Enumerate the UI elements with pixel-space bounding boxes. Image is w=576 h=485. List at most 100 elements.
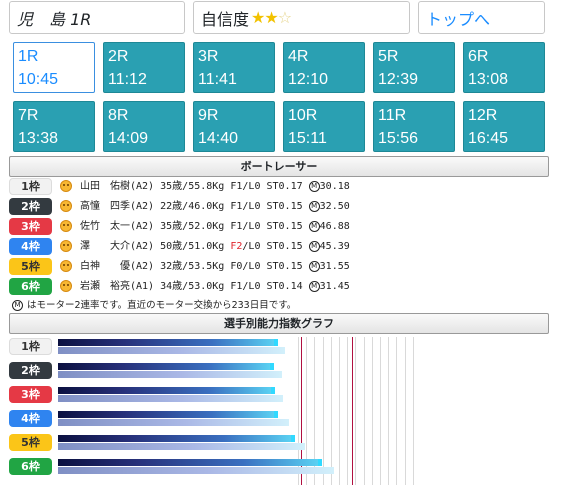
graph-section-title: 選手別能力指数グラフ (224, 317, 334, 330)
racer-motor: 30.18 (319, 181, 350, 192)
racer-age: 50歳 (160, 241, 183, 252)
racer-flying: F1 (230, 281, 243, 292)
graph-section-header: 選手別能力指数グラフ (9, 313, 549, 334)
graph-waku-label: 6枠 (9, 458, 52, 475)
grid-line (371, 337, 373, 485)
race-number: 4R (288, 48, 309, 65)
racer-late: /L0 (242, 241, 261, 252)
racer-name: 澤 大介 (80, 241, 130, 252)
racer-late: /L0 (242, 201, 261, 212)
race-number: 5R (378, 48, 399, 65)
race-number: 3R (198, 48, 219, 65)
motor-symbol-icon: M (12, 300, 23, 311)
racer-weight: 53.0Kg (188, 281, 225, 292)
venue-title: 児 島 1R (9, 1, 185, 34)
race-number: 9R (198, 107, 219, 124)
ability-bar-primary (58, 387, 276, 394)
racer-weight: 46.0Kg (188, 201, 225, 212)
race-time: 14:40 (198, 130, 239, 147)
racer-weight: 51.0Kg (188, 241, 225, 252)
grid-line (404, 337, 406, 485)
race-number: 8R (108, 107, 129, 124)
motor-icon: M (308, 241, 320, 252)
race-button-2[interactable]: 2R 11:12 (103, 42, 185, 93)
racer-weight: 53.5Kg (188, 261, 225, 272)
race-button-12[interactable]: 12R 16:45 (463, 101, 545, 152)
ability-bar-secondary (58, 419, 289, 426)
racer-face-icon (60, 180, 72, 192)
race-time: 14:09 (108, 130, 149, 147)
racer-late: /L0 (242, 181, 261, 192)
race-button-6[interactable]: 6R 13:08 (463, 42, 545, 93)
racer-st: ST0.15 (266, 221, 303, 232)
grid-line (330, 337, 332, 485)
racer-name: 山田 佑樹 (80, 181, 130, 192)
waku-badge: 3枠 (9, 218, 52, 235)
confidence-stars: ★★☆ (251, 8, 292, 27)
grid-line (322, 337, 324, 485)
racer-st: ST0.17 (266, 181, 303, 192)
ability-bar-primary (58, 411, 278, 418)
ability-bar-secondary (58, 395, 283, 402)
motor-icon: M (308, 281, 320, 292)
race-time: 15:11 (288, 130, 327, 147)
reference-marker (352, 337, 353, 485)
waku-badge: 1枠 (9, 178, 52, 195)
racer-weight: 52.0Kg (188, 221, 225, 232)
ability-bar-primary (58, 363, 275, 370)
grid-line (339, 337, 340, 485)
motor-icon: M (308, 201, 320, 212)
star-on-icon: ★★ (251, 8, 279, 27)
top-link-label: トップへ (426, 9, 491, 29)
racer-class: (A2) (130, 241, 155, 252)
race-button-8[interactable]: 8R 14:09 (103, 101, 185, 152)
race-number: 1R (18, 48, 39, 65)
grid-line (412, 337, 414, 485)
racer-age: 34歳 (160, 281, 183, 292)
race-time: 13:08 (468, 71, 509, 88)
race-button-1[interactable]: 1R 10:45 (13, 42, 95, 93)
ability-bar-secondary (58, 347, 286, 354)
race-button-4[interactable]: 4R 12:10 (283, 42, 365, 93)
racer-row: 山田 佑樹(A2) 35歳/55.8Kg F1/L0 ST0.17 M 30.18 (80, 181, 350, 192)
racer-row: 澤 大介(A2) 50歳/51.0Kg F2/L0 ST0.15 M 45.39 (80, 241, 350, 252)
racer-row: 高憧 四季(A2) 22歳/46.0Kg F1/L0 ST0.15 M 32.50 (80, 201, 350, 212)
race-time: 11:41 (198, 71, 237, 88)
racer-late: /L0 (242, 281, 261, 292)
race-button-5[interactable]: 5R 12:39 (373, 42, 455, 93)
racer-class: (A2) (130, 181, 155, 192)
race-button-3[interactable]: 3R 11:41 (193, 42, 275, 93)
race-time: 10:45 (18, 71, 59, 88)
racer-class: (A2) (130, 221, 155, 232)
graph-waku-label: 3枠 (9, 386, 52, 403)
racer-late: /L0 (242, 261, 261, 272)
race-number: 12R (468, 107, 498, 124)
race-button-10[interactable]: 10R 15:11 (283, 101, 365, 152)
racer-face-icon (60, 200, 72, 212)
race-button-11[interactable]: 11R 15:56 (373, 101, 455, 152)
racer-section-header: ボートレーサー (9, 156, 549, 177)
racer-motor: 31.55 (319, 261, 350, 272)
racer-name: 高憧 四季 (80, 201, 130, 212)
motor-icon: M (308, 181, 320, 192)
grid-line (363, 337, 365, 485)
racer-class: (A2) (130, 201, 155, 212)
ability-bar-secondary (58, 443, 305, 450)
grid-line (347, 337, 349, 485)
race-button-9[interactable]: 9R 14:40 (193, 101, 275, 152)
top-link[interactable]: トップへ (418, 1, 545, 34)
racer-flying: F2 (230, 241, 243, 252)
graph-waku-label: 5枠 (9, 434, 52, 451)
race-button-7[interactable]: 7R 13:38 (13, 101, 95, 152)
racer-motor: 45.39 (319, 241, 350, 252)
racer-motor: 32.50 (319, 201, 350, 212)
ability-bar-primary (58, 435, 295, 442)
motor-note-text: はモーター2連率です。直近のモーター交換から233日目です。 (27, 300, 297, 311)
race-time: 13:38 (18, 130, 59, 147)
star-off-icon: ☆ (277, 8, 292, 27)
racer-name: 岩瀬 裕亮 (80, 281, 130, 292)
racer-weight: 55.8Kg (188, 181, 225, 192)
ability-bar-secondary (58, 371, 282, 378)
racer-row: 岩瀬 裕亮(A1) 34歳/53.0Kg F1/L0 ST0.14 M 31.45 (80, 281, 350, 292)
waku-badge: 2枠 (9, 198, 52, 215)
